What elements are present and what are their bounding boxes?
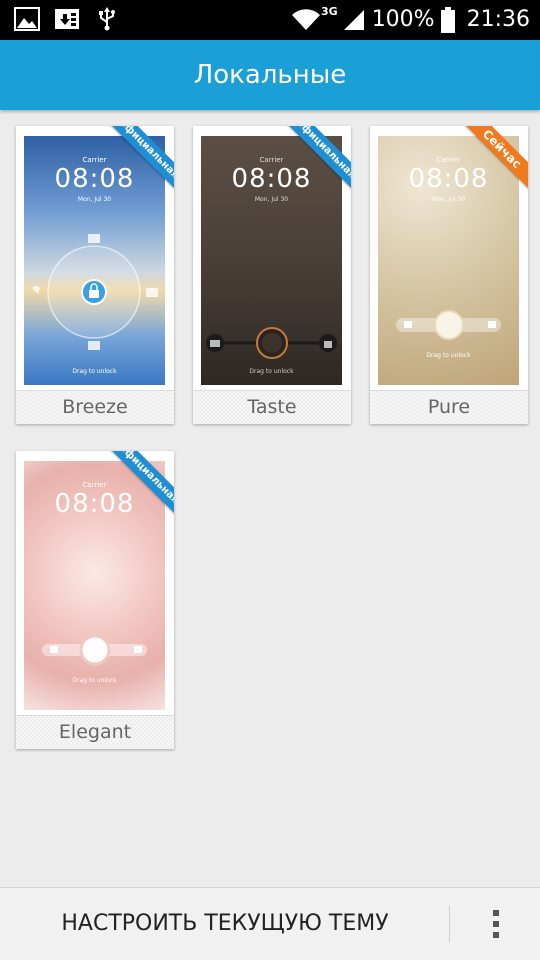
page-title: Локальные <box>193 60 347 90</box>
theme-preview: Carrier 08:08 Mon, Jul 30 Drag to unlock <box>378 136 519 385</box>
network-type: 3G <box>321 5 338 18</box>
lock-time: 08:08 <box>54 489 135 519</box>
theme-card-taste[interactable]: Carrier 08:08 Mon, Jul 30 Drag to unlock… <box>193 126 351 424</box>
lock-date: Mon, Jul 30 <box>431 196 466 203</box>
customize-theme-button[interactable]: НАСТРОИТЬ ТЕКУЩУЮ ТЕМУ <box>0 888 450 960</box>
theme-card-pure[interactable]: Carrier 08:08 Mon, Jul 30 Drag to unlock… <box>370 126 528 424</box>
theme-name: Breeze <box>62 396 128 418</box>
theme-preview: Carrier 08:08 Mon, Jul 30 Drag to unlock <box>24 136 165 385</box>
lock-hint: Drag to unlock <box>72 368 117 375</box>
theme-label-area: Elegant <box>16 715 174 749</box>
theme-label-area: Breeze <box>16 390 174 424</box>
lock-hint: Drag to unlock <box>426 352 471 359</box>
usb-icon <box>99 7 115 31</box>
theme-card-breeze[interactable]: Carrier 08:08 Mon, Jul 30 Drag to unlock… <box>16 126 174 424</box>
theme-name: Elegant <box>58 721 132 743</box>
lock-date: Mon, Jul 30 <box>77 196 112 203</box>
unlock-slider <box>42 634 147 666</box>
clock: 21:36 <box>466 7 530 32</box>
overflow-menu-icon[interactable] <box>480 902 512 946</box>
theme-card-elegant[interactable]: Carrier 08:08 Drag to unlock Официальная… <box>16 451 174 749</box>
lock-time: 08:08 <box>231 164 312 194</box>
lock-time: 08:08 <box>408 164 489 194</box>
bottom-action-bar: НАСТРОИТЬ ТЕКУЩУЮ ТЕМУ <box>0 887 540 960</box>
theme-name: Taste <box>247 396 297 418</box>
theme-name: Pure <box>427 396 471 418</box>
theme-label-area: Pure <box>370 390 528 424</box>
lock-hint: Drag to unlock <box>72 677 117 684</box>
battery-percent: 100% <box>371 7 435 32</box>
unlock-slider <box>206 327 337 359</box>
image-notification-icon <box>14 7 40 31</box>
battery-icon <box>440 7 455 33</box>
wifi-icon <box>292 9 320 31</box>
lock-time: 08:08 <box>54 164 135 194</box>
lock-date: Mon, Jul 30 <box>254 196 289 203</box>
theme-preview: Carrier 08:08 Drag to unlock <box>24 461 165 710</box>
divider <box>449 906 450 942</box>
download-notification-icon <box>55 9 79 29</box>
lock-hint: Drag to unlock <box>249 368 294 375</box>
app-header: Локальные <box>0 40 540 110</box>
theme-label-area: Taste <box>193 390 351 424</box>
status-bar: 3G 100% 21:36 <box>0 0 540 40</box>
theme-preview: Carrier 08:08 Mon, Jul 30 Drag to unlock <box>201 136 342 385</box>
unlock-slider <box>396 310 501 340</box>
signal-icon <box>343 10 364 30</box>
unlock-ring <box>32 234 158 350</box>
